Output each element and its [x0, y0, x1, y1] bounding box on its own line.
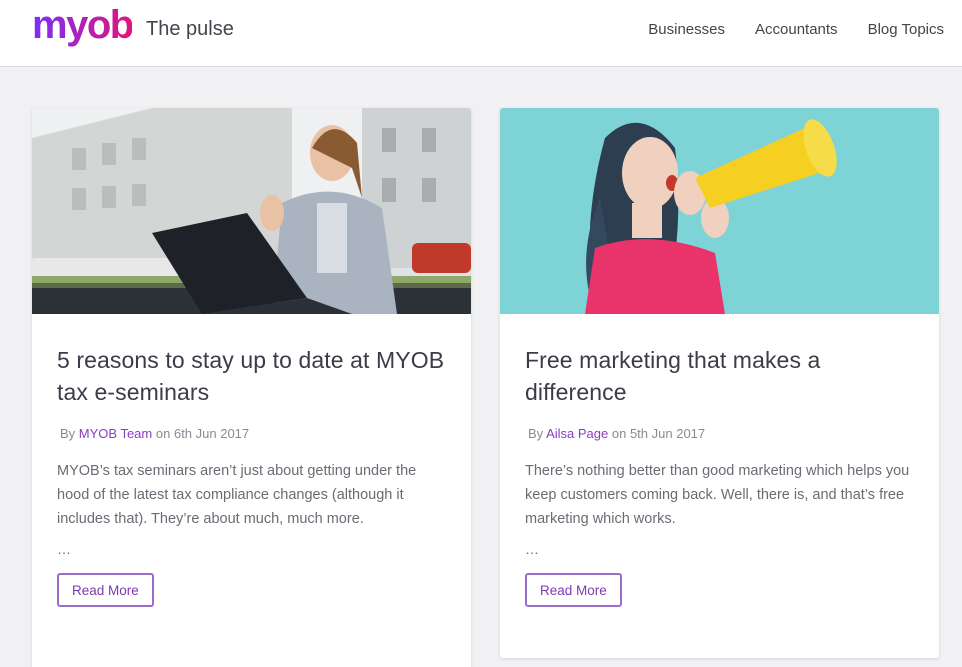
post-title[interactable]: 5 reasons to stay up to date at MYOB tax… — [57, 344, 446, 408]
post-ellipsis: … — [57, 541, 72, 557]
read-more-button[interactable]: Read More — [525, 573, 622, 607]
myob-logo[interactable]: myob — [32, 4, 132, 50]
nav-businesses[interactable]: Businesses — [648, 21, 725, 38]
nav-accountants[interactable]: Accountants — [755, 21, 838, 38]
read-more-button[interactable]: Read More — [57, 573, 154, 607]
site-name: The pulse — [146, 18, 234, 40]
post-body: Free marketing that makes a difference B… — [500, 314, 939, 607]
post-byline: By Ailsa Page on 5th Jun 2017 — [525, 426, 914, 441]
post-ellipsis: … — [525, 541, 540, 557]
byline-by: By — [528, 426, 544, 441]
myob-logo-mark: myob — [32, 4, 132, 47]
post-image-laptop[interactable] — [32, 108, 471, 314]
post-byline: By MYOB Team on 6th Jun 2017 — [57, 426, 446, 441]
post-card: Free marketing that makes a difference B… — [500, 108, 939, 658]
post-title[interactable]: Free marketing that makes a difference — [525, 344, 914, 408]
post-image-megaphone[interactable] — [500, 108, 939, 314]
nav-blog-topics[interactable]: Blog Topics — [868, 21, 944, 38]
post-author-link[interactable]: MYOB Team — [79, 426, 152, 441]
post-body: 5 reasons to stay up to date at MYOB tax… — [32, 314, 471, 607]
site-header: myob The pulse Businesses Accountants Bl… — [0, 0, 962, 67]
main-nav: Businesses Accountants Blog Topics — [648, 21, 944, 38]
logo-text: myob — [32, 4, 132, 47]
post-date: 6th Jun 2017 — [173, 426, 250, 441]
byline-by: By — [60, 426, 76, 441]
post-author-link[interactable]: Ailsa Page — [546, 426, 608, 441]
byline-on: on — [611, 426, 627, 441]
post-date: 5th Jun 2017 — [629, 426, 706, 441]
post-excerpt: MYOB’s tax seminars aren’t just about ge… — [57, 463, 417, 527]
post-excerpt: There’s nothing better than good marketi… — [525, 463, 910, 527]
post-card: 5 reasons to stay up to date at MYOB tax… — [32, 108, 471, 667]
byline-on: on — [155, 426, 171, 441]
